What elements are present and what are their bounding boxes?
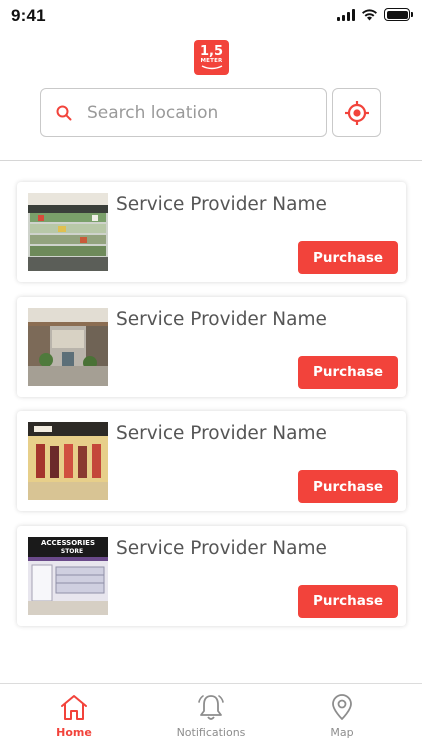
tab-notifications-label: Notifications [176,726,246,739]
logo-swoosh-icon [201,64,222,69]
logo-sub-text: METER [200,57,223,64]
map-pin-icon [332,694,352,720]
status-bar: 9:41 [0,0,422,32]
tab-home[interactable]: Home [4,684,144,750]
tab-home-label: Home [56,726,92,739]
provider-image-mall [28,307,108,386]
tab-map-label: Map [330,726,354,739]
battery-icon [384,8,413,21]
provider-name: Service Provider Name [116,308,327,330]
app-logo: 1,5 METER [194,40,229,75]
store-sign-line1: ACCESSORIES [41,539,95,547]
search-input[interactable] [87,102,307,123]
purchase-button[interactable]: Purchase [298,470,398,503]
provider-name: Service Provider Name [116,423,327,444]
provider-card[interactable]: ACCESSORIES STORE Service Provider Name … [17,525,406,626]
home-icon [61,695,87,720]
purchase-button[interactable]: Purchase [298,241,398,274]
search-bar [40,88,327,137]
wifi-icon [362,8,377,20]
provider-image-clothing-store [28,422,108,500]
status-icons [337,8,413,21]
provider-card[interactable]: Service Provider Name Purchase [17,411,406,511]
cellular-signal-icon [337,8,355,21]
provider-card[interactable]: Service Provider Name Purchase [17,296,406,397]
status-time: 9:41 [11,6,46,25]
tab-map[interactable]: Map [272,684,412,750]
provider-image-supermarket [28,193,108,271]
provider-list: Service Provider Name Purchase Service P… [17,182,406,640]
bottom-tab-bar: Home Notifications Map [0,683,422,750]
crosshair-icon [344,100,369,125]
store-sign-line2: STORE [61,548,83,555]
logo-main-text: 1,5 [199,43,224,59]
provider-image-accessories-store: ACCESSORIES STORE [28,536,108,615]
locate-me-button[interactable] [332,88,381,137]
header-divider [0,160,422,161]
provider-name: Service Provider Name [116,537,327,559]
purchase-button[interactable]: Purchase [298,355,398,389]
provider-name: Service Provider Name [116,194,327,215]
bell-icon [198,695,224,720]
tab-notifications[interactable]: Notifications [141,684,281,750]
purchase-button[interactable]: Purchase [298,584,398,618]
provider-card[interactable]: Service Provider Name Purchase [17,182,406,282]
search-icon [56,105,72,120]
